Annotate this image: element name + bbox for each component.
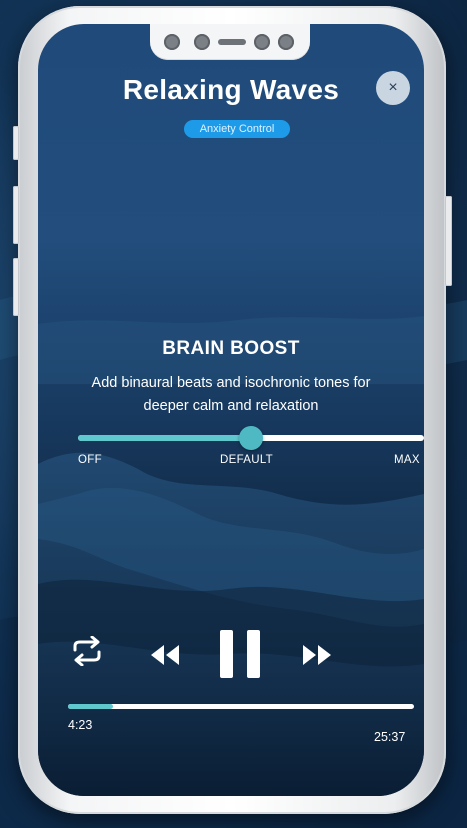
brain-boost-description: Add binaural beats and isochronic tones … — [91, 375, 371, 414]
sensor-icon — [164, 34, 180, 50]
rewind-icon — [151, 645, 179, 665]
sensor-icon — [194, 34, 210, 50]
pause-button[interactable] — [217, 628, 263, 680]
sensor-icon — [254, 34, 270, 50]
repeat-button[interactable] — [70, 636, 104, 666]
front-camera-icon — [278, 34, 294, 50]
slider-label-default: DEFAULT — [220, 454, 274, 466]
progress-fill — [68, 704, 113, 709]
mute-switch — [13, 126, 19, 160]
volume-up-button — [13, 186, 19, 244]
pause-icon — [220, 630, 260, 678]
repeat-icon — [73, 636, 101, 666]
slider-label-max: MAX — [394, 454, 420, 466]
elapsed-time: 4:23 — [68, 718, 93, 732]
earpiece-speaker — [218, 39, 246, 45]
power-button — [445, 196, 452, 286]
playback-progress-bar[interactable] — [68, 704, 414, 709]
phone-frame: Relaxing Waves Anxiety Control × BRAIN B… — [13, 6, 452, 814]
slider-label-off: OFF — [78, 454, 102, 466]
playback-controls — [38, 624, 424, 684]
category-badge[interactable]: Anxiety Control — [184, 120, 290, 138]
app-screen: Relaxing Waves Anxiety Control × BRAIN B… — [38, 24, 424, 796]
close-icon: × — [388, 79, 398, 96]
total-time: 25:37 — [374, 730, 406, 744]
volume-down-button — [13, 258, 19, 316]
close-button[interactable]: × — [376, 71, 410, 105]
slider-fill — [78, 435, 251, 441]
fast-forward-icon — [303, 645, 331, 665]
fast-forward-button[interactable] — [300, 642, 334, 668]
phone-notch — [150, 24, 310, 60]
slider-thumb[interactable] — [239, 426, 263, 450]
brain-boost-title: BRAIN BOOST — [162, 338, 300, 359]
rewind-button[interactable] — [148, 642, 182, 668]
brain-boost-slider[interactable] — [78, 426, 424, 450]
track-title: Relaxing Waves — [122, 74, 340, 105]
